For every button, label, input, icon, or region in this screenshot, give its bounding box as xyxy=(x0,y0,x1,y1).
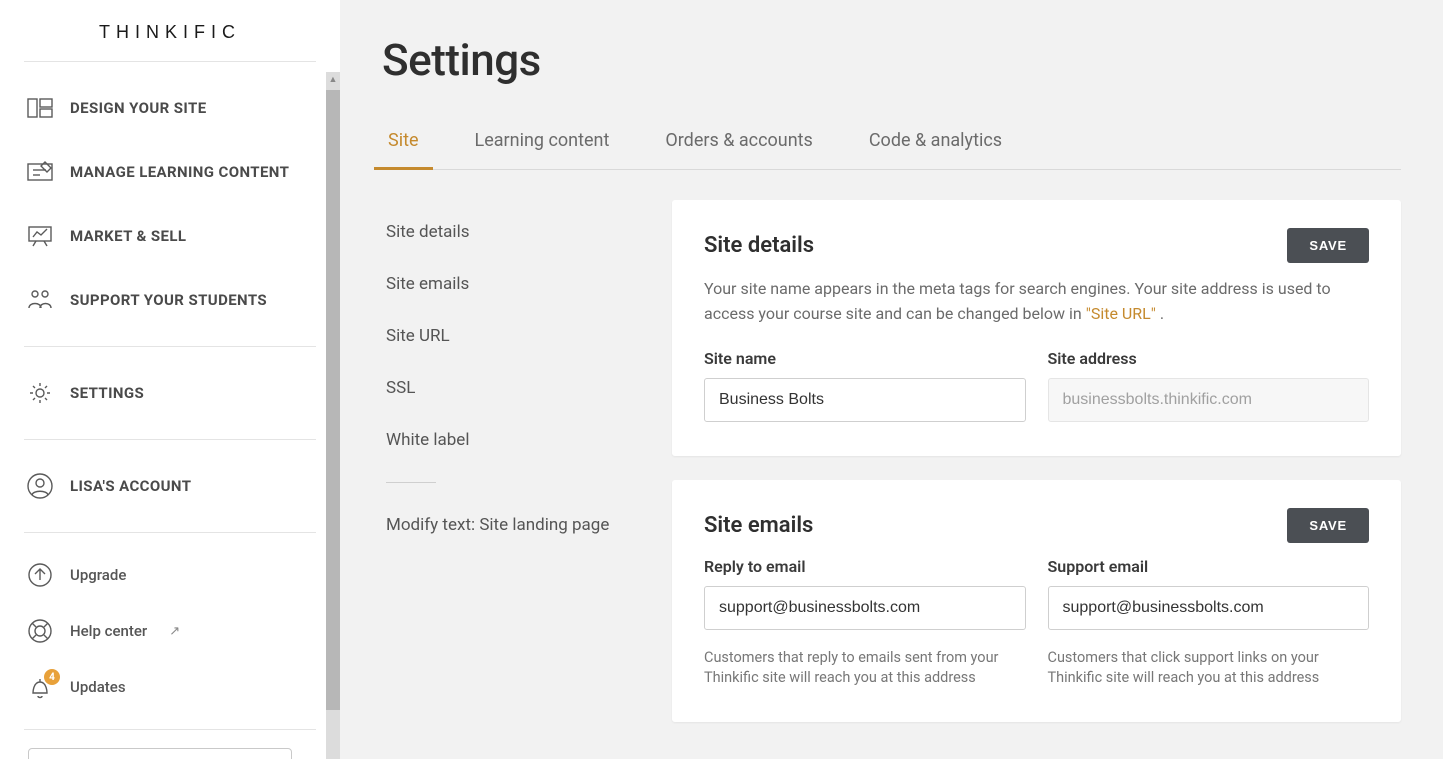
reply-to-email-help: Customers that reply to emails sent from… xyxy=(704,648,1014,689)
reply-to-email-label: Reply to email xyxy=(704,557,1026,576)
support-email-input[interactable] xyxy=(1048,586,1370,630)
sidebar: THINKIFIC DESIGN YOUR SITE xyxy=(0,0,340,759)
settings-subnav: Site details Site emails Site URL SSL Wh… xyxy=(382,200,632,551)
tab-orders-accounts[interactable]: Orders & accounts xyxy=(663,122,814,169)
nav-design-your-site[interactable]: DESIGN YOUR SITE xyxy=(0,76,340,140)
card-title-site-details: Site details xyxy=(704,233,814,258)
settings-tabs: Site Learning content Orders & accounts … xyxy=(382,122,1401,170)
users-icon xyxy=(26,286,54,314)
tab-code-analytics[interactable]: Code & analytics xyxy=(867,122,1004,169)
site-name-input[interactable] xyxy=(704,378,1026,422)
main-content: Settings Site Learning content Orders & … xyxy=(340,0,1443,759)
nav-help-center[interactable]: Help center ↗ xyxy=(0,603,340,659)
save-site-emails-button[interactable]: SAVE xyxy=(1287,508,1369,543)
become-partner-button[interactable]: BECOME A PARTNER ↗ xyxy=(28,748,292,759)
nav-updates[interactable]: 4 Updates xyxy=(0,659,340,715)
gear-icon xyxy=(26,379,54,407)
subnav-white-label[interactable]: White label xyxy=(382,414,632,466)
tab-site[interactable]: Site xyxy=(386,122,421,169)
page-title: Settings xyxy=(382,34,1401,86)
subnav-ssl[interactable]: SSL xyxy=(382,362,632,414)
support-email-help: Customers that click support links on yo… xyxy=(1048,648,1358,689)
nav-account[interactable]: LISA'S ACCOUNT xyxy=(0,454,340,518)
presentation-chart-icon xyxy=(26,222,54,250)
subnav-site-details[interactable]: Site details xyxy=(382,206,632,258)
nav-settings[interactable]: SETTINGS xyxy=(0,361,340,425)
card-title-site-emails: Site emails xyxy=(704,513,813,538)
scrollbar-up-arrow[interactable]: ▲ xyxy=(326,72,340,86)
site-address-label: Site address xyxy=(1048,349,1370,368)
card-site-emails: Site emails SAVE Reply to email Customer… xyxy=(672,480,1401,723)
site-address-input xyxy=(1048,378,1370,422)
nav-manage-learning-content[interactable]: MANAGE LEARNING CONTENT xyxy=(0,140,340,204)
support-email-label: Support email xyxy=(1048,557,1370,576)
updates-badge: 4 xyxy=(44,669,60,685)
nav-support-your-students[interactable]: SUPPORT YOUR STUDENTS xyxy=(0,268,340,332)
scrollbar-thumb[interactable] xyxy=(326,90,340,710)
subnav-site-emails[interactable]: Site emails xyxy=(382,258,632,310)
tab-learning-content[interactable]: Learning content xyxy=(473,122,612,169)
nav-upgrade[interactable]: Upgrade xyxy=(0,547,340,603)
bell-icon: 4 xyxy=(26,673,54,701)
pencil-square-icon xyxy=(26,158,54,186)
save-site-details-button[interactable]: SAVE xyxy=(1287,228,1369,263)
arrow-up-circle-icon xyxy=(26,561,54,589)
site-details-description: Your site name appears in the meta tags … xyxy=(704,277,1369,327)
nav-market-and-sell[interactable]: MARKET & SELL xyxy=(0,204,340,268)
subnav-site-url[interactable]: Site URL xyxy=(382,310,632,362)
user-circle-icon xyxy=(26,472,54,500)
external-link-icon: ↗ xyxy=(169,624,180,639)
subnav-modify-text[interactable]: Modify text: Site landing page xyxy=(382,499,632,551)
site-name-label: Site name xyxy=(704,349,1026,368)
lifebuoy-icon xyxy=(26,617,54,645)
site-url-link[interactable]: "Site URL" xyxy=(1086,304,1156,323)
layout-icon xyxy=(26,94,54,122)
reply-to-email-input[interactable] xyxy=(704,586,1026,630)
card-site-details: Site details SAVE Your site name appears… xyxy=(672,200,1401,456)
logo: THINKIFIC xyxy=(0,0,340,61)
